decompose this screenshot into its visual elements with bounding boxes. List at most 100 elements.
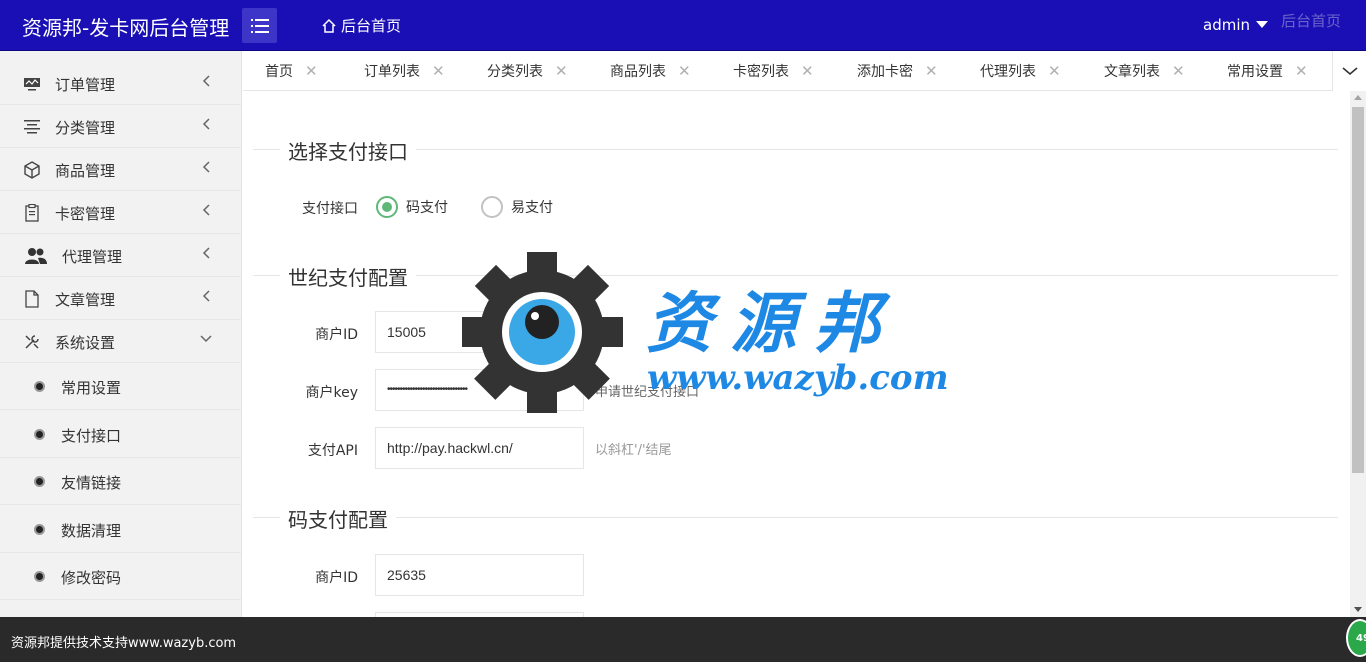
chevron-left-icon: [202, 75, 210, 87]
chevron-down-icon: [1341, 67, 1358, 76]
shiji-key-hint-link[interactable]: 申请世纪支付接口: [595, 381, 699, 400]
shiji-key-label: 商户key: [305, 385, 358, 401]
shiji-merchant-id-label: 商户ID: [315, 327, 358, 343]
tab-orders[interactable]: 订单列表 ✕: [364, 51, 445, 91]
sidebar-item-label: 系统设置: [55, 334, 116, 352]
bullet-icon: [34, 381, 45, 392]
radio-label: 码支付: [406, 200, 448, 216]
chevron-left-icon: [202, 204, 210, 216]
close-icon[interactable]: ✕: [432, 62, 445, 80]
sidebar-item-label: 订单管理: [55, 76, 116, 94]
close-icon[interactable]: ✕: [925, 62, 938, 80]
tab-agents[interactable]: 代理列表 ✕: [980, 51, 1061, 91]
bullet-icon: [34, 429, 45, 440]
sidebar-item-settings[interactable]: 系统设置: [0, 320, 242, 363]
shiji-api-input[interactable]: http://pay.hackwl.cn/: [375, 427, 584, 469]
sidebar-item-agents[interactable]: 代理管理: [0, 234, 242, 277]
sidebar-item-cards[interactable]: 卡密管理: [0, 191, 242, 234]
tab-categories[interactable]: 分类列表 ✕: [487, 51, 568, 91]
app-logo[interactable]: 资源邦-发卡网后台管理: [22, 12, 229, 41]
sidebar-subitem-label: 支付接口: [61, 427, 122, 445]
menu-toggle-button[interactable]: [242, 8, 277, 43]
tab-label: 添加卡密: [857, 64, 913, 80]
close-icon[interactable]: ✕: [305, 62, 318, 80]
sidebar-subitem-payment[interactable]: 支付接口: [0, 411, 242, 458]
tab-bar: 首页 ✕ 订单列表 ✕ 分类列表 ✕ 商品列表 ✕ 卡密列表 ✕ 添加卡密 ✕ 代理列表 ✕ …: [243, 51, 1366, 91]
tabs-more-button[interactable]: [1332, 51, 1366, 91]
scrollbar-thumb[interactable]: [1352, 107, 1364, 473]
ghost-home-text: 后台首页: [1281, 12, 1342, 30]
close-icon[interactable]: ✕: [678, 62, 691, 80]
tab-label: 首页: [265, 64, 293, 80]
sidebar-item-label: 卡密管理: [55, 205, 116, 223]
close-icon[interactable]: ✕: [1048, 62, 1061, 80]
tab-add-cards[interactable]: 添加卡密 ✕: [857, 51, 938, 91]
tab-label: 代理列表: [980, 64, 1036, 80]
bullet-icon: [34, 571, 45, 582]
clipboard-icon: [22, 203, 42, 223]
sidebar-subitem-label: 数据清理: [61, 522, 122, 540]
tools-icon: [22, 332, 42, 352]
sidebar-item-categories[interactable]: 分类管理: [0, 105, 242, 148]
vertical-scrollbar[interactable]: [1350, 91, 1366, 617]
ma-merchant-id-input[interactable]: 25635: [375, 554, 584, 596]
close-icon[interactable]: ✕: [1295, 62, 1308, 80]
sidebar-item-label: 分类管理: [55, 119, 116, 137]
username: admin: [1203, 16, 1250, 34]
tab-products[interactable]: 商品列表 ✕: [610, 51, 691, 91]
tab-label: 商品列表: [610, 64, 666, 80]
radio-mazhifu[interactable]: 码支付: [376, 196, 448, 218]
caret-down-icon: [1256, 20, 1268, 28]
section-title-select-payment: 选择支付接口: [280, 136, 416, 165]
radio-label: 易支付: [511, 200, 553, 216]
chevron-left-icon: [202, 161, 210, 173]
home-link[interactable]: 后台首页: [321, 15, 401, 36]
close-icon[interactable]: ✕: [801, 62, 814, 80]
chevron-left-icon: [202, 290, 210, 302]
sidebar-subitem-common-settings[interactable]: 常用设置: [0, 363, 242, 410]
tab-articles[interactable]: 文章列表 ✕: [1104, 51, 1185, 91]
sidebar-item-articles[interactable]: 文章管理: [0, 277, 242, 320]
sidebar-subitem-label: 常用设置: [61, 379, 122, 397]
shiji-api-label: 支付API: [307, 443, 358, 459]
footer-text: 资源邦提供技术支持www.wazyb.com: [11, 636, 237, 651]
user-menu[interactable]: admin: [1203, 16, 1268, 34]
list-icon: [22, 117, 42, 137]
ma-merchant-id-label: 商户ID: [315, 570, 358, 586]
sidebar-item-label: 商品管理: [55, 162, 116, 180]
sidebar-subitem-links[interactable]: 友情链接: [0, 458, 242, 505]
floating-badge[interactable]: 49: [1346, 619, 1366, 657]
sidebar-item-products[interactable]: 商品管理: [0, 148, 242, 191]
sidebar-subitem-label: 修改密码: [61, 569, 122, 587]
tab-home[interactable]: 首页 ✕: [265, 51, 318, 91]
tab-common-settings[interactable]: 常用设置 ✕: [1227, 51, 1308, 91]
scroll-up-icon[interactable]: [1354, 95, 1362, 100]
tab-cards[interactable]: 卡密列表 ✕: [733, 51, 814, 91]
sidebar-subitem-change-password[interactable]: 修改密码: [0, 553, 242, 600]
sidebar-item-label: 文章管理: [55, 291, 116, 309]
bullet-icon: [34, 524, 45, 535]
sidebar-item-orders[interactable]: 订单管理: [0, 62, 242, 105]
cube-icon: [22, 160, 42, 180]
radio-yizhifu[interactable]: 易支付: [481, 196, 553, 218]
radio-unchecked-icon: [481, 196, 503, 218]
home-link-label: 后台首页: [341, 17, 402, 35]
sidebar-subitem-data-cleanup[interactable]: 数据清理: [0, 506, 242, 553]
close-icon[interactable]: ✕: [1172, 62, 1185, 80]
top-header: 资源邦-发卡网后台管理 后台首页 后台首页 admin: [0, 0, 1366, 51]
shiji-key-input[interactable]: ••••••••••••••••••••••••••••••••: [375, 369, 584, 411]
radio-checked-icon: [376, 196, 398, 218]
tab-label: 常用设置: [1227, 64, 1283, 80]
shiji-api-hint: 以斜杠'/'结尾: [595, 443, 672, 458]
chevron-left-icon: [202, 247, 210, 259]
tab-label: 分类列表: [487, 64, 543, 80]
tab-label: 订单列表: [364, 64, 420, 80]
sidebar-item-label: 代理管理: [62, 248, 123, 266]
close-icon[interactable]: ✕: [555, 62, 568, 80]
scroll-down-icon[interactable]: [1354, 607, 1362, 612]
payment-interface-label: 支付接口: [302, 201, 358, 217]
shiji-merchant-id-input[interactable]: 15005: [375, 311, 584, 353]
footer: 资源邦提供技术支持www.wazyb.com: [0, 617, 1366, 662]
main-content: 选择支付接口 支付接口 码支付 易支付 世纪支付配置 商户ID 15005 商户…: [243, 91, 1350, 617]
section-title-ma-config: 码支付配置: [280, 504, 396, 533]
